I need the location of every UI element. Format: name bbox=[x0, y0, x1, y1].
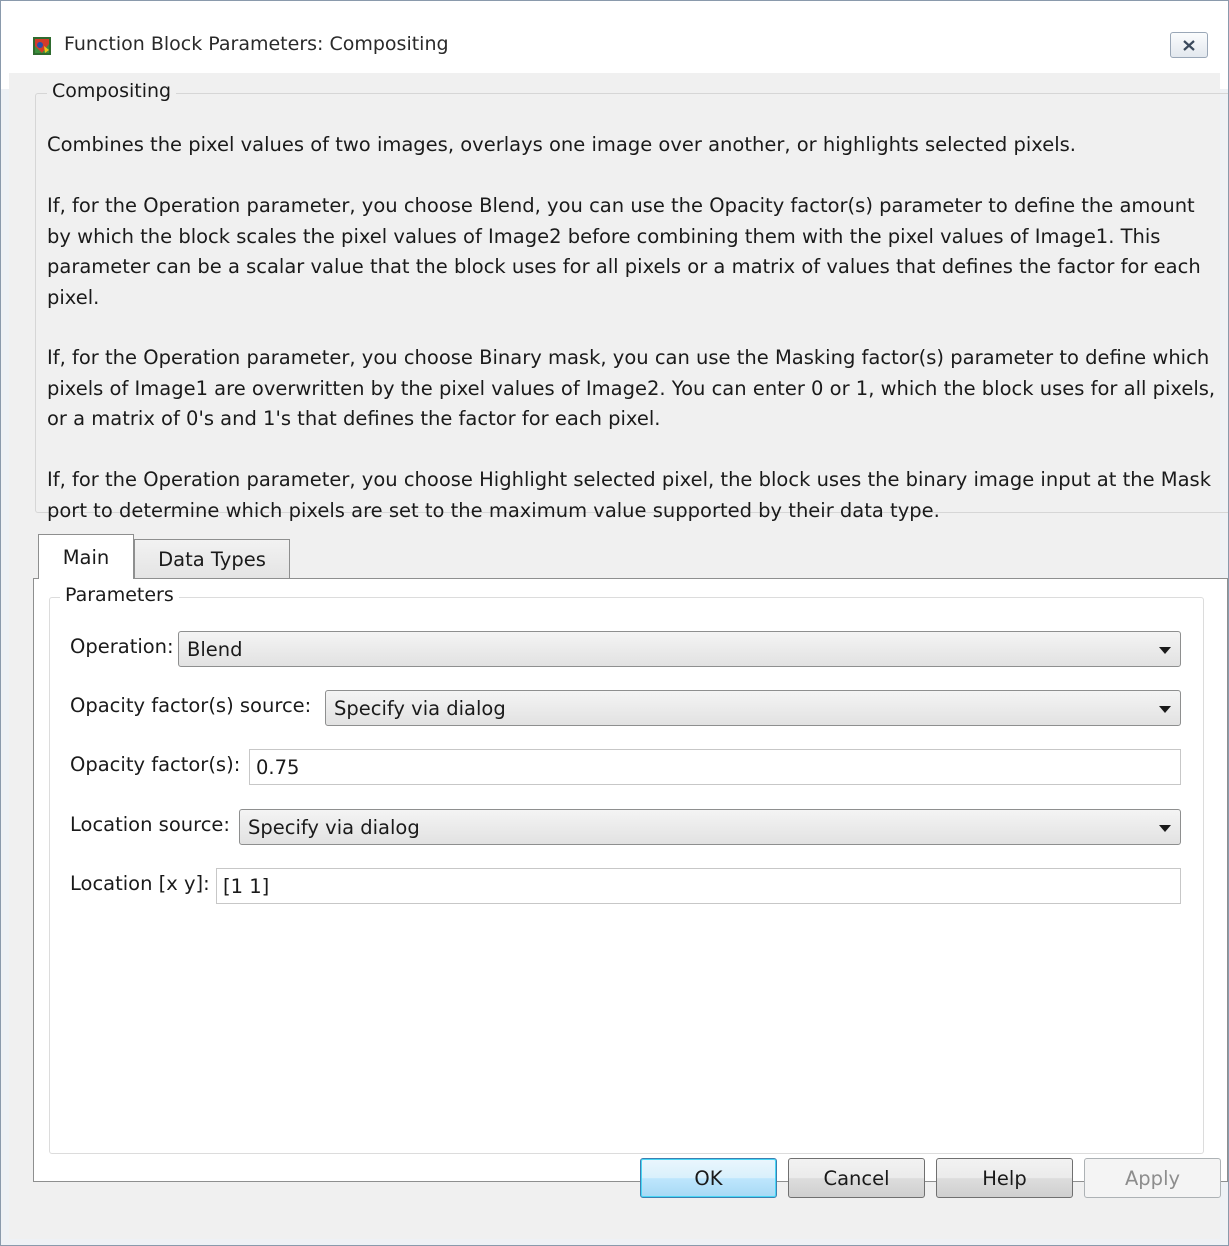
tab-main[interactable]: Main bbox=[38, 534, 134, 579]
location-source-label: Location source: bbox=[70, 813, 230, 836]
window-title: Function Block Parameters: Compositing bbox=[64, 33, 449, 55]
chevron-down-icon bbox=[1159, 825, 1171, 832]
chevron-down-icon bbox=[1159, 647, 1171, 654]
operation-select-value: Blend bbox=[187, 637, 243, 661]
opacity-source-select-value: Specify via dialog bbox=[334, 696, 506, 720]
location-input[interactable]: [1 1] bbox=[216, 868, 1181, 904]
opacity-source-label: Opacity factor(s) source: bbox=[70, 694, 312, 717]
opacity-factor-input[interactable]: 0.75 bbox=[249, 749, 1181, 785]
operation-select[interactable]: Blend bbox=[178, 631, 1181, 667]
close-icon bbox=[1183, 39, 1195, 51]
apply-button[interactable]: Apply bbox=[1084, 1158, 1221, 1198]
parameters-group-title: Parameters bbox=[60, 584, 179, 606]
description-paragraph: If, for the Operation parameter, you cho… bbox=[47, 346, 1216, 430]
parameters-group: Parameters Operation: Blend Opacity fact… bbox=[49, 584, 1204, 1154]
location-source-select-value: Specify via dialog bbox=[248, 815, 420, 839]
simulink-block-icon bbox=[33, 37, 51, 55]
close-button[interactable] bbox=[1170, 32, 1208, 58]
tab-data-types[interactable]: Data Types bbox=[134, 539, 290, 579]
description-group: Compositing Combines the pixel values of… bbox=[35, 80, 1228, 522]
description-paragraph: If, for the Operation parameter, you cho… bbox=[47, 194, 1201, 309]
location-label: Location [x y]: bbox=[70, 872, 210, 895]
description-paragraph: If, for the Operation parameter, you cho… bbox=[47, 468, 1212, 522]
description-paragraph: Combines the pixel values of two images,… bbox=[47, 133, 1076, 156]
operation-label: Operation: bbox=[70, 635, 174, 658]
tab-panel-main: Parameters Operation: Blend Opacity fact… bbox=[33, 578, 1228, 1182]
dialog-window: Function Block Parameters: Compositing C… bbox=[0, 0, 1229, 1246]
ok-button[interactable]: OK bbox=[640, 1158, 777, 1198]
help-button[interactable]: Help bbox=[936, 1158, 1073, 1198]
location-source-select[interactable]: Specify via dialog bbox=[239, 809, 1181, 845]
description-group-title: Compositing bbox=[47, 80, 177, 102]
opacity-factor-label: Opacity factor(s): bbox=[70, 753, 241, 776]
cancel-button[interactable]: Cancel bbox=[788, 1158, 925, 1198]
dialog-client-area: Compositing Combines the pixel values of… bbox=[9, 73, 1228, 1239]
opacity-source-select[interactable]: Specify via dialog bbox=[325, 690, 1181, 726]
chevron-down-icon bbox=[1159, 706, 1171, 713]
